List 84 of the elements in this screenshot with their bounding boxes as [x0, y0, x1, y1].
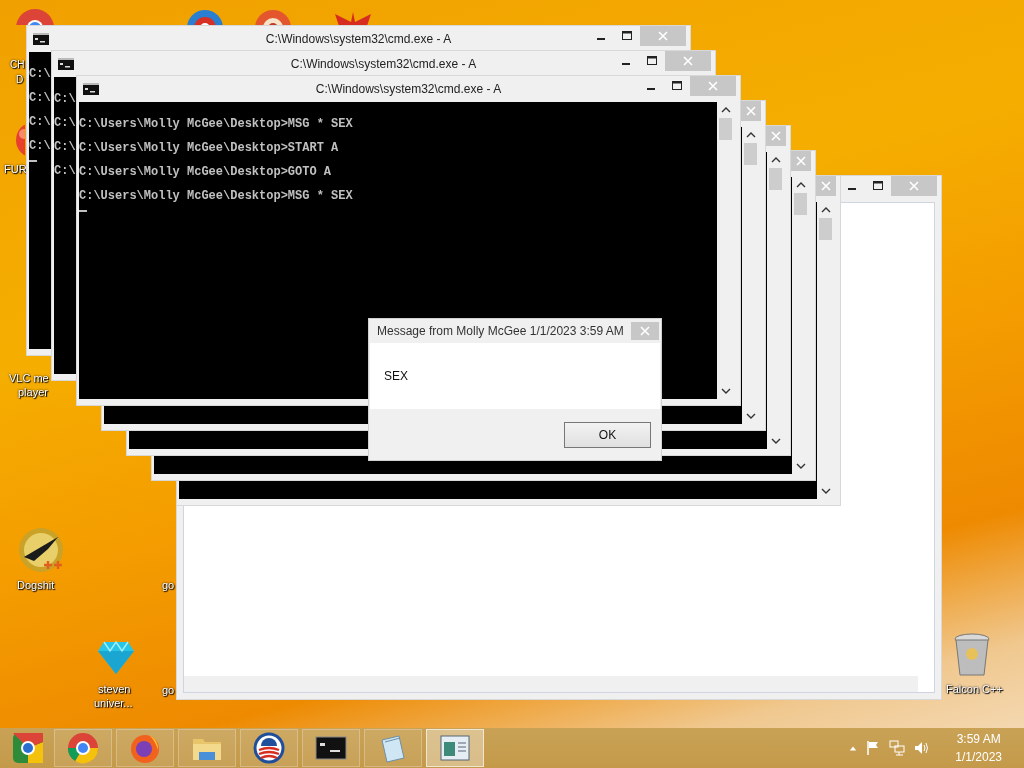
console-line: C:\ [29, 138, 51, 155]
console-icon [58, 58, 74, 70]
scroll-down-icon [770, 438, 781, 444]
taskbar-button[interactable] [240, 729, 298, 767]
scroll-up-icon [770, 157, 781, 163]
maximize-icon [647, 56, 657, 66]
window-title: C:\Windows\system32\cmd.exe - A [290, 57, 477, 71]
scroll-down-icon [745, 413, 756, 419]
console-line: C:\Users\Molly McGee\Desktop>MSG * SEX [79, 116, 353, 133]
desktop-icon-label[interactable]: Dogshit [17, 578, 55, 592]
console-line: C:\Users\Molly McGee\Desktop>GOTO A [79, 164, 332, 181]
emblem-icon [253, 732, 285, 764]
console-line: C:\Users\Molly McGee\Desktop>MSG * SEX [79, 188, 353, 205]
close-icon [796, 156, 806, 166]
ok-button[interactable]: OK [564, 421, 651, 448]
scroll-thumb[interactable] [819, 218, 832, 240]
console-line: C:\ [29, 90, 51, 107]
minimize-icon [848, 188, 856, 190]
close-icon [746, 106, 756, 116]
browser-icon [12, 732, 44, 764]
desktop-icon-label[interactable]: go [162, 578, 175, 592]
horizontal-scrollbar[interactable] [184, 676, 918, 692]
minimize-icon [597, 38, 605, 40]
desktop-icon-label[interactable]: Falcon C++ [946, 682, 1003, 696]
close-button[interactable] [766, 126, 786, 146]
taskbar-button[interactable] [302, 729, 360, 767]
close-button[interactable] [741, 101, 761, 121]
scroll-thumb[interactable] [794, 193, 807, 215]
maximize-icon [672, 81, 682, 91]
message-text: SEX [384, 369, 408, 383]
bird-disc-icon[interactable] [18, 527, 64, 573]
console-line: C:\ [54, 139, 76, 156]
scroll-down-icon [795, 463, 806, 469]
desktop-icon-label[interactable]: go [162, 683, 175, 697]
console-line: C:\ [29, 114, 51, 131]
close-button[interactable] [791, 151, 811, 171]
window-icon [439, 732, 471, 764]
scroll-up-icon [720, 107, 731, 113]
volume-icon[interactable] [913, 740, 930, 756]
desktop-icon-label[interactable]: CH [10, 58, 25, 72]
console-line: C:\Users\Molly McGee\Desktop>START A [79, 140, 339, 157]
close-icon [821, 181, 831, 191]
scroll-up-icon [795, 182, 806, 188]
desktop-icon-label[interactable]: D [16, 73, 24, 87]
console-line: C:\ [54, 91, 76, 108]
desktop-icon-label[interactable]: VLC me [9, 371, 49, 385]
recycle-bin-icon[interactable] [952, 632, 992, 678]
close-icon [708, 81, 718, 91]
maximize-icon [873, 181, 883, 191]
close-button[interactable] [631, 322, 659, 340]
console-line: C:\ [54, 115, 76, 132]
desktop-icon-label[interactable]: player [18, 385, 48, 399]
close-icon [909, 181, 919, 191]
close-icon [683, 56, 693, 66]
minimize-icon [622, 63, 630, 65]
close-icon [640, 326, 650, 336]
fox-browser-icon [129, 732, 161, 764]
scroll-thumb[interactable] [744, 143, 757, 165]
window-title: C:\Windows\system32\cmd.exe - A [315, 82, 502, 96]
console-icon [83, 83, 99, 95]
console-line: C:\ [29, 66, 51, 83]
console-line: C:\ [54, 163, 76, 180]
desktop-icon-label[interactable]: FUR [4, 162, 27, 176]
close-icon [771, 131, 781, 141]
desktop-icon-label[interactable]: steven [98, 682, 131, 696]
close-icon [658, 31, 668, 41]
clock-time[interactable]: 3:59 AM [956, 730, 1001, 748]
console-icon [33, 33, 49, 45]
close-button[interactable] [816, 176, 836, 196]
scroll-thumb[interactable] [769, 168, 782, 190]
clock-date[interactable]: 1/1/2023 [955, 748, 1002, 766]
network-icon[interactable] [889, 740, 906, 756]
browser-icon [67, 732, 99, 764]
dialog-title: Message from Molly McGee 1/1/2023 3:59 AM [377, 324, 624, 338]
show-hidden-icons-icon[interactable] [849, 744, 858, 752]
desktop-icon-label[interactable]: univer... [94, 696, 133, 710]
scroll-down-icon [720, 388, 731, 394]
scroll-up-icon [745, 132, 756, 138]
scroll-down-icon [820, 488, 831, 494]
scroll-up-icon [820, 207, 831, 213]
minimize-icon [647, 88, 655, 90]
scroll-thumb[interactable] [719, 118, 732, 140]
window-title: C:\Windows\system32\cmd.exe - A [265, 32, 452, 46]
maximize-icon [622, 31, 632, 41]
